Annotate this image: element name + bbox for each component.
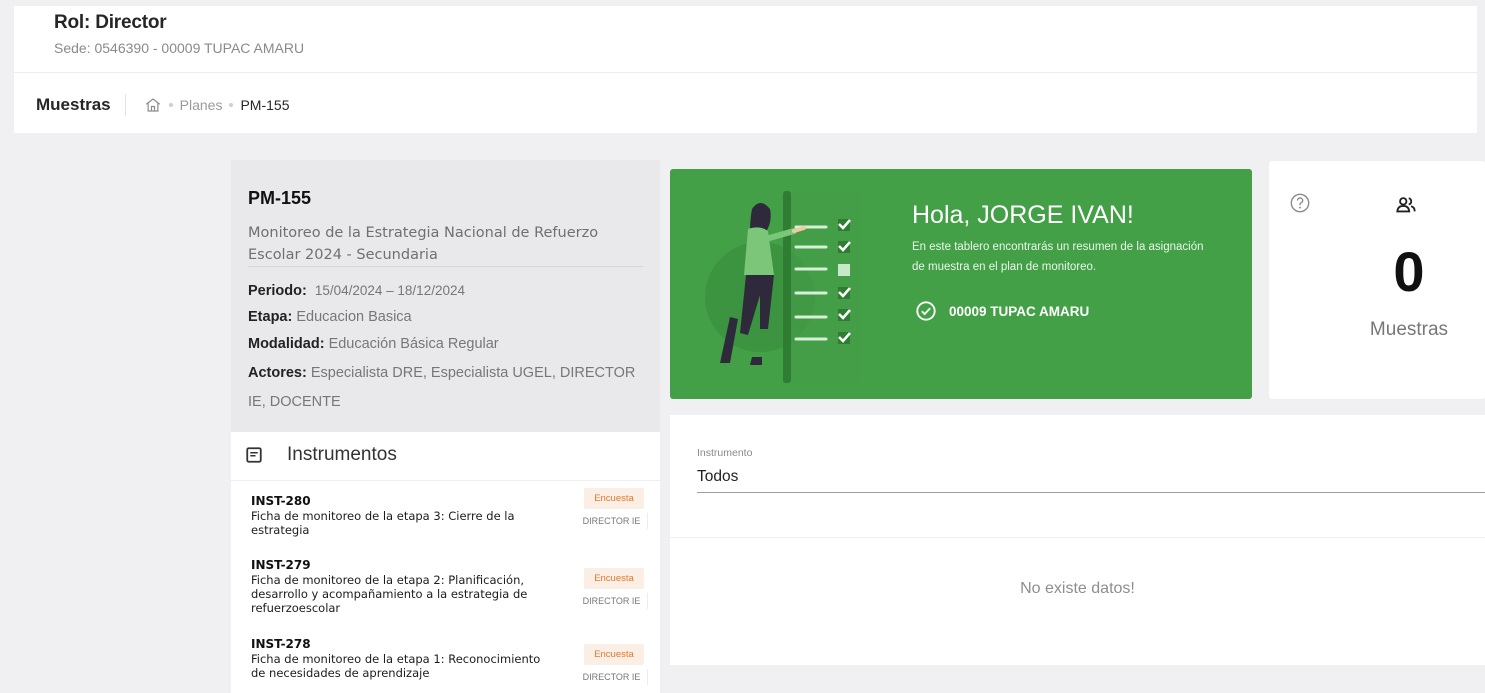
plan-divider bbox=[248, 266, 643, 267]
greeting-card: Hola, JORGE IVAN! En este tablero encont… bbox=[670, 169, 1252, 399]
instrument-name: Ficha de monitoreo de la etapa 3: Cierre… bbox=[251, 509, 515, 537]
periodo-label: Periodo: bbox=[248, 283, 307, 299]
samples-count: 0 bbox=[1393, 240, 1425, 303]
list-item[interactable]: INST-280 Ficha de monitoreo de la etapa … bbox=[251, 494, 551, 537]
instrument-select[interactable]: Todos bbox=[697, 462, 1485, 493]
list-item[interactable]: INST-278 Ficha de monitoreo de la etapa … bbox=[251, 637, 551, 680]
home-icon[interactable] bbox=[144, 96, 162, 114]
etapa-row: Etapa: Educacion Basica bbox=[248, 305, 643, 329]
empty-state-message: No existe datos! bbox=[1020, 580, 1135, 597]
breadcrumb-dot bbox=[229, 103, 234, 107]
greeting-title: Hola, JORGE IVAN! bbox=[912, 201, 1134, 229]
actor-label: DIRECTOR IE bbox=[576, 513, 648, 529]
instruments-header: Instrumentos bbox=[245, 444, 397, 466]
greeting-subtitle: En este tablero encontrarás un resumen d… bbox=[912, 241, 1204, 273]
breadcrumb: Muestras Planes PM-155 bbox=[36, 94, 289, 116]
greeting-sede-name: 00009 TUPAC AMARU bbox=[949, 303, 1090, 319]
periodo-value: 15/04/2024 – 18/12/2024 bbox=[314, 283, 465, 298]
modalidad-label: Modalidad: bbox=[248, 336, 325, 352]
breadcrumb-dot bbox=[168, 103, 173, 107]
plan-info-card: PM-155 Monitoreo de la Estrategia Nacion… bbox=[231, 160, 660, 432]
actor-label: DIRECTOR IE bbox=[576, 669, 648, 685]
filter-card: Instrumento Todos No existe datos! bbox=[670, 415, 1485, 665]
etapa-label: Etapa: bbox=[248, 309, 293, 325]
instrument-code: INST-278 bbox=[251, 637, 311, 651]
sede-text: Sede: 0546390 - 00009 TUPAC AMARU bbox=[54, 40, 305, 56]
people-icon bbox=[1396, 197, 1416, 213]
role-title: Rol: Director bbox=[54, 12, 167, 33]
modalidad-value: Educación Básica Regular bbox=[328, 336, 499, 352]
document-icon bbox=[246, 447, 262, 463]
instrument-code: INST-279 bbox=[251, 558, 311, 572]
breadcrumb-separator bbox=[124, 94, 126, 116]
role-block: Rol: Director Sede: 0546390 - 00009 TUPA… bbox=[54, 12, 304, 56]
actor-label: DIRECTOR IE bbox=[576, 593, 648, 609]
samples-label: Muestras bbox=[1369, 319, 1449, 340]
type-badge: Encuesta bbox=[584, 644, 644, 665]
breadcrumb-current: PM-155 bbox=[240, 97, 290, 113]
instruments-divider bbox=[231, 480, 660, 481]
instrument-name: Ficha de monitoreo de la etapa 1: Recono… bbox=[251, 652, 541, 680]
actores-label: Actores: bbox=[248, 365, 307, 381]
plan-code: PM-155 bbox=[248, 188, 312, 208]
check-circle-icon bbox=[916, 301, 936, 321]
instruments-card: Instrumentos INST-280 Ficha de monitoreo… bbox=[231, 432, 660, 693]
list-item[interactable]: INST-279 Ficha de monitoreo de la etapa … bbox=[251, 558, 551, 615]
help-icon[interactable] bbox=[1289, 192, 1311, 214]
etapa-value: Educacion Basica bbox=[296, 309, 412, 325]
greeting-sede: 00009 TUPAC AMARU bbox=[915, 300, 1089, 322]
instrument-filter-label: Instrumento bbox=[697, 447, 753, 459]
filter-divider bbox=[670, 537, 1485, 538]
header-divider bbox=[14, 72, 1477, 73]
instrument-code: INST-280 bbox=[251, 494, 311, 508]
checklist-illustration bbox=[705, 191, 861, 383]
type-badge: Encuesta bbox=[584, 488, 644, 509]
modalidad-row: Modalidad: Educación Básica Regular bbox=[248, 332, 643, 356]
actores-value: Especialista DRE, Especialista UGEL, DIR… bbox=[248, 365, 636, 410]
breadcrumb-planes-link[interactable]: Planes bbox=[180, 97, 223, 113]
samples-count-card: 0 Muestras bbox=[1269, 161, 1485, 399]
plan-description: Monitoreo de la Estrategia Nacional de R… bbox=[248, 225, 599, 263]
header-card: Rol: Director Sede: 0546390 - 00009 TUPA… bbox=[14, 6, 1477, 133]
instruments-title: Instrumentos bbox=[287, 444, 397, 465]
page-title: Muestras bbox=[36, 95, 111, 114]
periodo-row: Periodo: 15/04/2024 – 18/12/2024 bbox=[248, 279, 643, 303]
type-badge: Encuesta bbox=[584, 568, 644, 589]
actores-row: Actores: Especialista DRE, Especialista … bbox=[248, 359, 643, 417]
instrument-name: Ficha de monitoreo de la etapa 2: Planif… bbox=[251, 573, 528, 615]
